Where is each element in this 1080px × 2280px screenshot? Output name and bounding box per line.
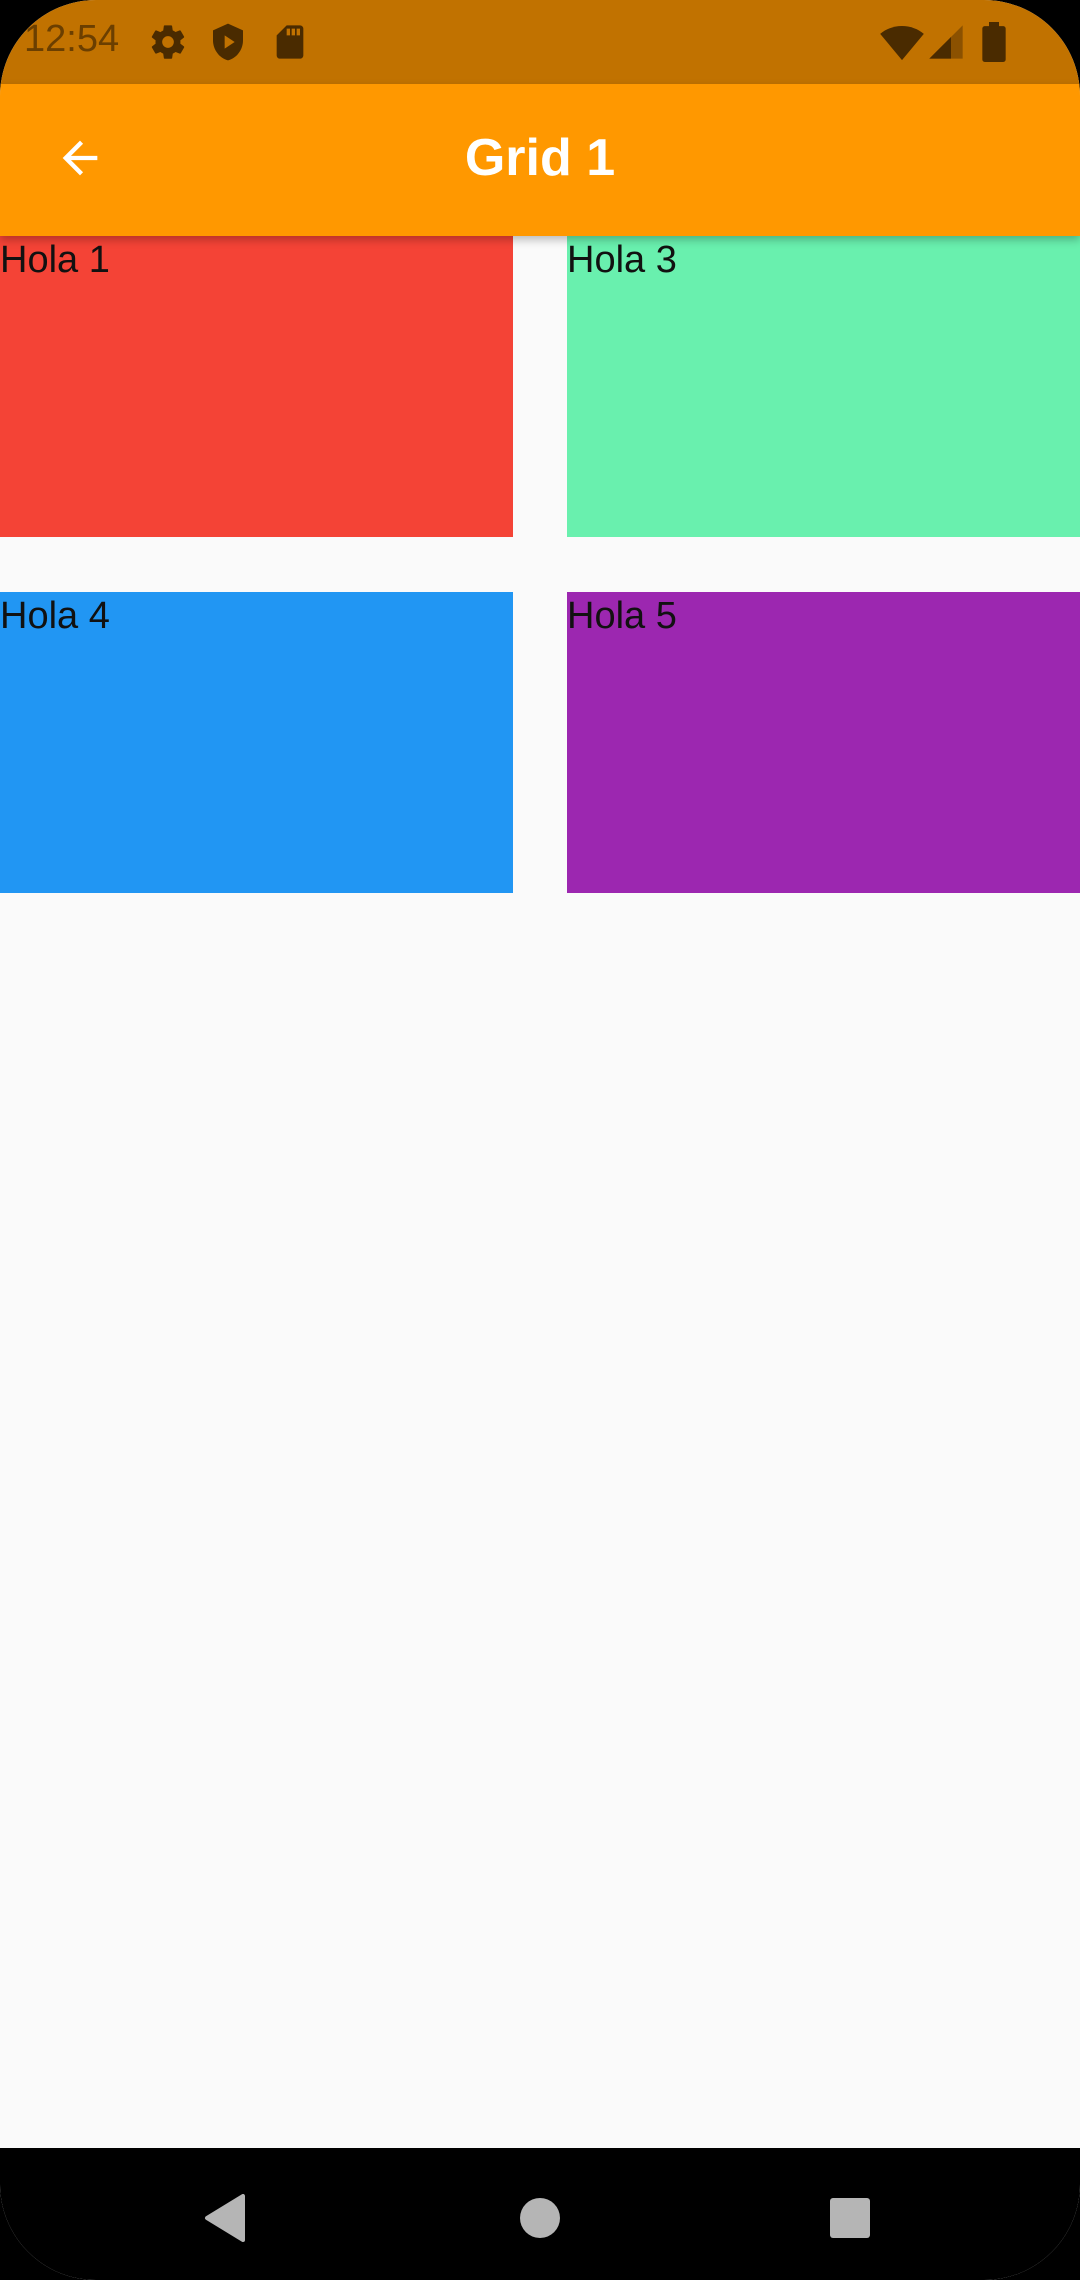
recents-square-icon [829,2197,871,2244]
phone-screen: 12:54 Grid 1 Hola 1 Hola 3 Hola 4 Hola 5 [0,0,1080,2280]
grid-tile[interactable]: Hola 5 [567,592,1080,893]
nav-home-button[interactable] [500,2180,580,2260]
shield-icon [208,22,248,62]
tile-label: Hola 4 [0,595,110,637]
back-triangle-icon [203,2193,247,2247]
tile-label: Hola 3 [567,239,677,281]
nav-back-button[interactable] [185,2180,265,2260]
tile-label: Hola 1 [0,239,110,281]
sd-card-icon [270,22,310,62]
app-bar: Grid 1 [0,84,1080,236]
system-nav-bar [0,2148,1080,2280]
tile-label: Hola 5 [567,595,677,637]
nav-recents-button[interactable] [810,2180,890,2260]
status-bar: 12:54 [0,0,1080,84]
wifi-icon [880,22,924,62]
grid-tile[interactable]: Hola 3 [567,236,1080,537]
grid-tile[interactable]: Hola 4 [0,592,513,893]
signal-icon [926,22,966,62]
home-circle-icon [518,2196,562,2245]
grid-tile[interactable]: Hola 1 [0,236,513,537]
battery-icon [980,22,1020,63]
status-time: 12:54 [24,18,120,60]
page-title: Grid 1 [464,129,616,187]
gear-icon [148,22,188,62]
